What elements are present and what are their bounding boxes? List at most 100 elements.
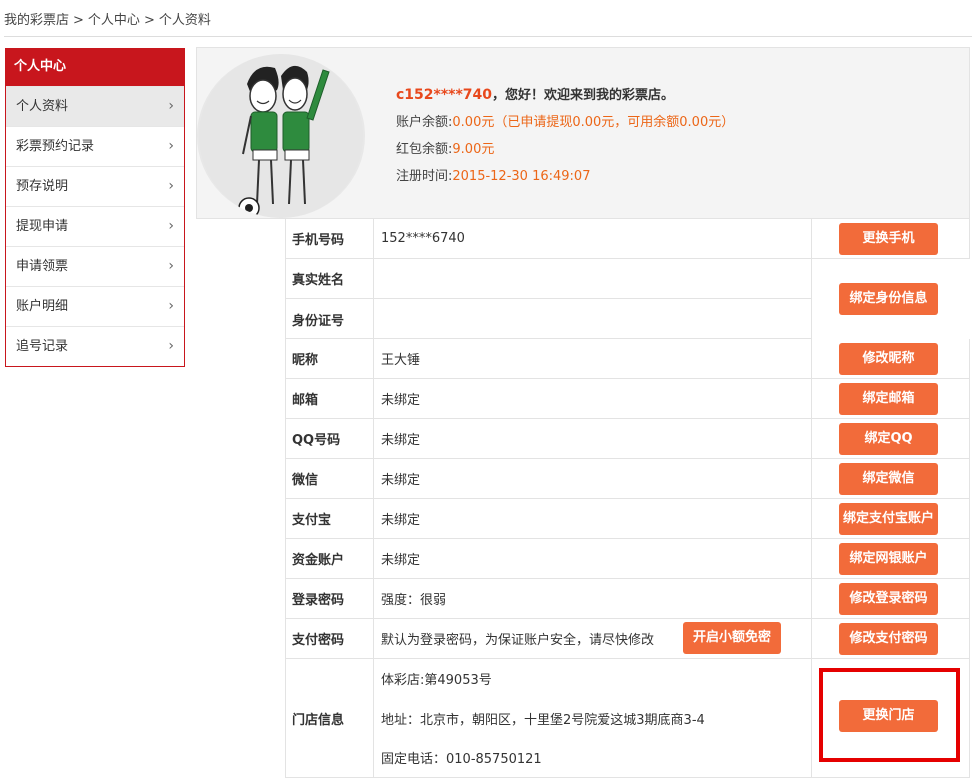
chevron-right-icon: › [168,218,174,234]
welcome-line: c152****740，您好！欢迎来到我的彩票店。 [396,82,734,109]
sidebar-item-label: 申请领票 [16,259,69,274]
balance-label: 账户余额: [396,115,453,130]
sidebar: 个人中心 个人资料 › 彩票预约记录 › 预存说明 › 提现申请 › 申请领票 › 账户明… [5,48,185,367]
row-label: 支付宝 [286,499,374,538]
chevron-right-icon: › [168,98,174,114]
identity-group: 真实姓名 身份证号 绑定身份信息 [286,259,971,339]
avatar [197,54,365,218]
change-pay-password-button[interactable]: 修改支付密码 [839,623,938,655]
bind-bank-account-button[interactable]: 绑定网银账户 [839,543,938,575]
action-cell: 绑定邮箱 [811,379,971,418]
redpacket-label: 红包余额: [396,142,453,157]
profile-summary: c152****740，您好！欢迎来到我的彩票店。 账户余额:0.00元（已申请… [196,47,970,219]
action-cell: 绑定支付宝账户 [811,499,971,538]
row-label: 门店信息 [286,659,374,777]
sidebar-item-account-details[interactable]: 账户明细 › [6,286,184,326]
action-cell: 修改登录密码 [811,579,971,618]
table-row-wechat: 微信 未绑定 绑定微信 [286,459,969,499]
row-label: 手机号码 [286,219,374,258]
row-label: 支付密码 [286,619,374,658]
pay-password-note: 默认为登录密码，为保证账户安全，请尽快修改 [381,633,655,648]
table-row-email: 邮箱 未绑定 绑定邮箱 [286,379,969,419]
register-line: 注册时间:2015-12-30 16:49:07 [396,163,734,190]
store-phone: 固定电话：010-85750121 [381,752,542,767]
table-row-alipay: 支付宝 未绑定 绑定支付宝账户 [286,499,969,539]
sidebar-item-label: 个人资料 [16,99,69,114]
avatar-illustration [199,54,363,218]
wechat-value: 未绑定 [381,473,421,488]
table-row-fund-account: 资金账户 未绑定 绑定网银账户 [286,539,969,579]
row-label: 身份证号 [286,299,374,339]
email-value: 未绑定 [381,393,421,408]
table-row-phone: 手机号码 152****6740 更换手机 [286,219,969,259]
change-store-button[interactable]: 更换门店 [839,700,938,732]
breadcrumb-center[interactable]: 个人中心 [88,13,140,28]
store-address: 地址：北京市，朝阳区，十里堡2号院爱这城3期底商3-4 [381,713,705,728]
register-label: 注册时间: [396,169,453,184]
row-label: QQ号码 [286,419,374,458]
breadcrumb-home[interactable]: 我的彩票店 [4,13,69,28]
bind-identity-button[interactable]: 绑定身份信息 [839,283,938,315]
chevron-right-icon: › [168,258,174,274]
chevron-right-icon: › [168,178,174,194]
sidebar-item-label: 账户明细 [16,299,69,314]
breadcrumb: 我的彩票店 > 个人中心 > 个人资料 [4,9,211,28]
register-value: 2015-12-30 16:49:07 [452,169,591,184]
action-cell: 绑定微信 [811,459,971,498]
qq-value: 未绑定 [381,433,421,448]
chevron-right-icon: › [168,338,174,354]
sidebar-item-deposit-info[interactable]: 预存说明 › [6,166,184,206]
sidebar-item-profile[interactable]: 个人资料 › [6,86,184,126]
sidebar-item-reservations[interactable]: 彩票预约记录 › [6,126,184,166]
row-label: 邮箱 [286,379,374,418]
action-cell: 更换手机 [811,219,971,258]
action-cell: 绑定网银账户 [811,539,971,578]
action-cell: 绑定身份信息 [811,259,971,339]
action-cell: 绑定QQ [811,419,971,458]
breadcrumb-separator: > [73,13,84,28]
bind-qq-button[interactable]: 绑定QQ [839,423,938,455]
change-phone-button[interactable]: 更换手机 [839,223,938,255]
nickname-value: 王大锤 [381,353,421,368]
breadcrumb-separator: > [143,13,155,28]
action-cell: 修改昵称 [811,339,971,378]
redpacket-line: 红包余额:9.00元 [396,136,734,163]
edit-nickname-button[interactable]: 修改昵称 [839,343,938,375]
row-label: 昵称 [286,339,374,378]
store-number: 体彩店:第49053号 [381,673,492,688]
sidebar-item-withdraw[interactable]: 提现申请 › [6,206,184,246]
sidebar-item-chase-records[interactable]: 追号记录 › [6,326,184,366]
sidebar-item-claim-tickets[interactable]: 申请领票 › [6,246,184,286]
account-info: c152****740，您好！欢迎来到我的彩票店。 账户余额:0.00元（已申请… [396,82,734,190]
bind-email-button[interactable]: 绑定邮箱 [839,383,938,415]
table-row-store: 门店信息 体彩店:第49053号 地址：北京市，朝阳区，十里堡2号院爱这城3期底… [286,659,969,778]
sidebar-item-label: 追号记录 [16,339,69,354]
row-label: 微信 [286,459,374,498]
breadcrumb-current: 个人资料 [158,13,211,28]
sidebar-title: 个人中心 [6,48,184,86]
divider [4,36,972,37]
welcome-text: ，您好！欢迎来到我的彩票店。 [492,88,675,103]
username: c152****740 [396,87,493,103]
sidebar-item-label: 彩票预约记录 [16,139,95,154]
redpacket-value: 9.00元 [452,142,495,157]
enable-small-payment-button[interactable]: 开启小额免密 [683,622,781,654]
chevron-right-icon: › [168,138,174,154]
row-label: 真实姓名 [286,259,374,298]
balance-line: 账户余额:0.00元（已申请提现0.00元，可用余额0.00元） [396,109,734,136]
bind-wechat-button[interactable]: 绑定微信 [839,463,938,495]
profile-table: 手机号码 152****6740 更换手机 真实姓名 身份证号 绑定身份信息 昵… [285,219,971,778]
balance-value: 0.00元（已申请提现0.00元，可用余额0.00元） [452,115,735,130]
phone-value: 152****6740 [381,231,465,246]
table-row-login-password: 登录密码 强度：很弱 修改登录密码 [286,579,969,619]
change-login-password-button[interactable]: 修改登录密码 [839,583,938,615]
table-row-qq: QQ号码 未绑定 绑定QQ [286,419,969,459]
alipay-value: 未绑定 [381,513,421,528]
row-label: 资金账户 [286,539,374,578]
fund-account-value: 未绑定 [381,553,421,568]
sidebar-item-label: 提现申请 [16,219,69,234]
action-cell: 修改支付密码 [811,619,971,658]
row-label: 登录密码 [286,579,374,618]
chevron-right-icon: › [168,298,174,314]
bind-alipay-button[interactable]: 绑定支付宝账户 [839,503,938,535]
